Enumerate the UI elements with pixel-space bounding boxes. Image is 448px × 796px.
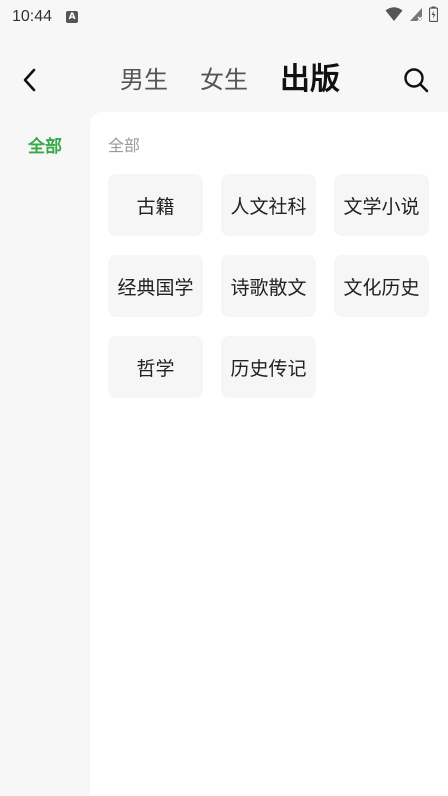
- tab-publishing[interactable]: 出版: [280, 60, 340, 100]
- wifi-icon: [385, 7, 403, 21]
- header: 男生 女生 出版: [0, 50, 448, 110]
- category-chip[interactable]: 经典国学: [108, 255, 203, 317]
- tab-male[interactable]: 男生: [120, 60, 168, 100]
- status-time: 10:44: [12, 8, 53, 25]
- category-grid: 古籍 人文社科 文学小说 经典国学 诗歌散文 文化历史 哲学 历史传记: [108, 174, 429, 398]
- category-chip[interactable]: 哲学: [108, 336, 203, 398]
- category-chip[interactable]: 诗歌散文: [221, 255, 316, 317]
- tab-female[interactable]: 女生: [200, 60, 248, 100]
- search-icon: [404, 68, 429, 93]
- tab-bar: 男生 女生 出版: [120, 60, 340, 100]
- status-bar: 10:44 A: [0, 0, 448, 34]
- search-button[interactable]: [400, 64, 432, 96]
- category-chip[interactable]: 人文社科: [221, 174, 316, 236]
- category-chip[interactable]: 文学小说: [334, 174, 429, 236]
- a-letter-icon: A: [66, 11, 79, 23]
- sidebar-item-all[interactable]: 全部: [0, 132, 90, 157]
- cell-signal-icon: [410, 8, 423, 22]
- chevron-left-icon: [23, 68, 36, 92]
- back-button[interactable]: [14, 64, 46, 96]
- category-sidebar: 全部: [0, 112, 90, 796]
- status-icons: [385, 6, 438, 22]
- category-panel: 全部 古籍 人文社科 文学小说 经典国学 诗歌散文 文化历史 哲学 历史传记: [90, 112, 448, 796]
- battery-icon: [429, 6, 438, 22]
- category-chip[interactable]: 古籍: [108, 174, 203, 236]
- category-chip[interactable]: 文化历史: [334, 255, 429, 317]
- category-chip[interactable]: 历史传记: [221, 336, 316, 398]
- section-title: 全部: [108, 136, 141, 155]
